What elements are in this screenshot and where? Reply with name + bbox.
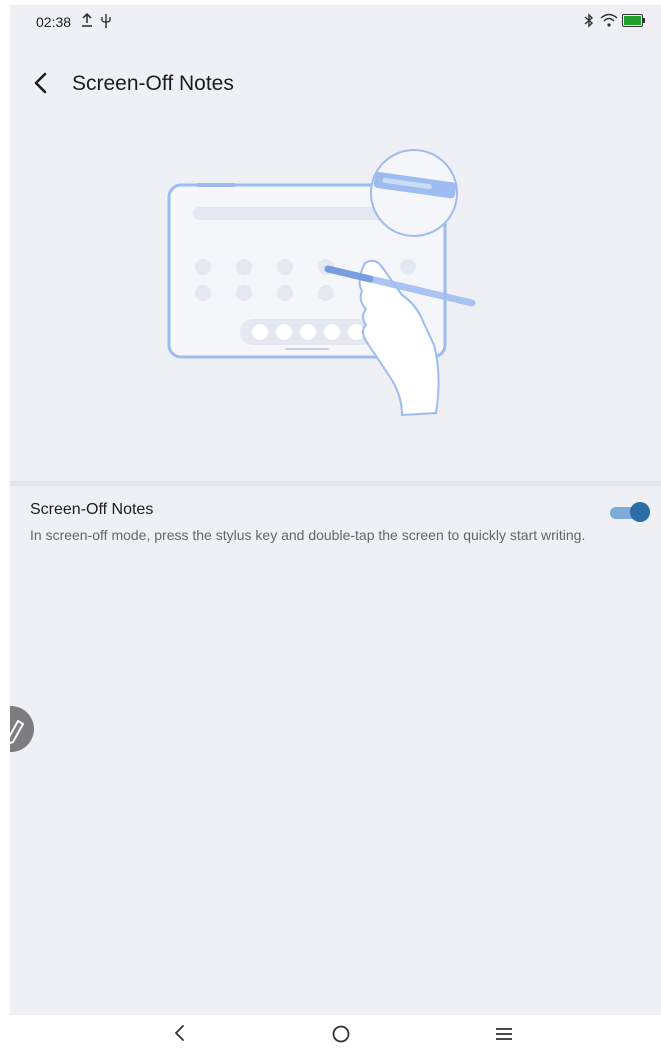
bluetooth-icon [584,13,594,33]
nav-back-button[interactable] [168,1023,192,1043]
back-button[interactable] [30,70,56,96]
screen-off-notes-setting[interactable]: Screen-Off Notes In screen-off mode, pre… [10,487,661,559]
navigation-bar [0,1015,661,1048]
pen-icon [10,720,24,745]
upload-icon [81,12,93,32]
screen-off-notes-toggle[interactable] [608,501,652,523]
status-bar: 02:38 [10,5,661,35]
setting-title: Screen-Off Notes [30,501,154,518]
back-icon [175,1025,184,1041]
nav-home-button[interactable] [329,1023,353,1043]
nav-menu-button[interactable] [492,1023,516,1043]
setting-description: In screen-off mode, press the stylus key… [30,527,586,543]
usb-icon [100,13,112,33]
wifi-icon [600,13,618,33]
toggle-thumb [630,502,650,522]
settings-screen: 02:38 Screen-Off Notes Screen-Off Notes … [10,5,661,1015]
illustration [10,145,661,425]
menu-icon [496,1028,512,1040]
status-time: 02:38 [36,14,72,30]
tablet-stylus-illustration-icon [167,149,476,417]
section-divider [10,481,661,486]
back-arrow-icon [34,72,47,94]
page-title: Screen-Off Notes [72,72,234,95]
home-icon [332,1025,350,1043]
battery-icon [622,14,646,32]
floating-pen-button[interactable] [10,706,34,752]
